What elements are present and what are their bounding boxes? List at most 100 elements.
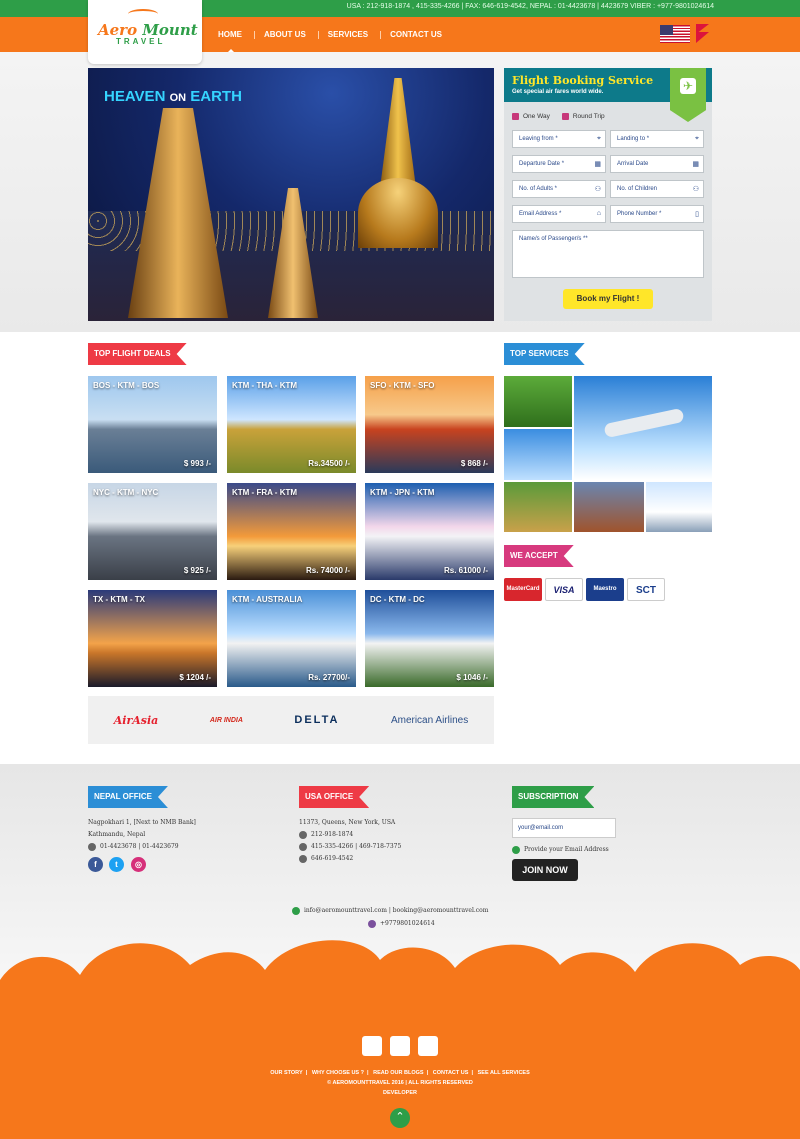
- hotel-image[interactable]: [574, 482, 644, 532]
- nav-services[interactable]: SERVICES: [317, 30, 382, 39]
- deal-card[interactable]: DC - KTM - DC $ 1046 /-: [365, 590, 494, 687]
- phone-icon: [299, 842, 307, 851]
- deal-price: $ 925 /-: [183, 566, 211, 575]
- stupa-image: [358, 78, 438, 248]
- fax-icon: [299, 854, 307, 863]
- leaving-from-input[interactable]: Leaving from * ⌖: [512, 130, 606, 148]
- association-icon: [418, 1036, 438, 1056]
- plane-badge: ✈: [670, 68, 706, 122]
- viber-icon: [368, 919, 376, 928]
- email-icon: [292, 906, 300, 915]
- deal-card[interactable]: BOS - KTM - BOS $ 993 /-: [88, 376, 217, 473]
- deal-card[interactable]: SFO - KTM - SFO $ 868 /-: [365, 376, 494, 473]
- link-contact[interactable]: CONTACT US: [433, 1070, 469, 1076]
- subscription-hint: Provide your Email Address: [512, 844, 609, 856]
- flight-booking-form: Flight Booking Service Get special air f…: [504, 68, 712, 321]
- children-input[interactable]: No. of Children ⚇: [610, 180, 704, 198]
- rafting-image[interactable]: [504, 482, 572, 532]
- hero-banner: HEAVEN ON EARTH: [88, 68, 494, 321]
- email-input[interactable]: Email Address * ⌂: [512, 205, 606, 223]
- deal-card[interactable]: KTM - AUSTRALIA Rs. 27700/-: [227, 590, 356, 687]
- accept-heading: WE ACCEPT: [504, 545, 574, 567]
- subscription-heading: SUBSCRIPTION: [512, 786, 594, 808]
- paragliding-image[interactable]: [504, 429, 572, 480]
- logo-subtext: TRAVEL: [116, 37, 166, 46]
- deal-card[interactable]: KTM - FRA - KTM Rs. 74000 /-: [227, 483, 356, 580]
- twitter-icon[interactable]: t: [109, 857, 124, 872]
- services-heading: TOP SERVICES: [504, 343, 585, 365]
- nav-about[interactable]: ABOUT US: [254, 30, 320, 39]
- plane-icon: ✈: [680, 78, 696, 94]
- copyright: © AEROMOUNTTRAVEL 2016 | ALL RIGHTS RESE…: [327, 1080, 473, 1086]
- deal-price: $ 1046 /-: [456, 673, 488, 682]
- deal-price: Rs. 27700/-: [308, 673, 350, 682]
- deal-card[interactable]: TX - KTM - TX $ 1204 /-: [88, 590, 217, 687]
- phone-input[interactable]: Phone Number * ▯: [610, 205, 704, 223]
- site-logo[interactable]: Aero Mount TRAVEL: [88, 0, 202, 64]
- bungee-image[interactable]: [504, 376, 572, 427]
- adults-input[interactable]: No. of Adults * ⚇: [512, 180, 606, 198]
- deal-price: Rs. 74000 /-: [305, 566, 350, 575]
- link-all-services[interactable]: SEE ALL SERVICES: [478, 1070, 530, 1076]
- passengers-textarea[interactable]: Name/s of Passenger/s **: [512, 230, 704, 278]
- nav-home[interactable]: HOME: [210, 30, 256, 54]
- checkbox-icon: [561, 113, 569, 120]
- calendar-icon: ▦: [692, 161, 699, 168]
- scroll-top-button[interactable]: ⌃: [390, 1108, 410, 1128]
- usa-office-heading: USA OFFICE: [299, 786, 369, 808]
- deal-card[interactable]: KTM - THA - KTM Rs.34500 /-: [227, 376, 356, 473]
- one-way-radio[interactable]: One Way: [512, 113, 550, 120]
- people-icon: ⚇: [594, 186, 601, 193]
- link-our-story[interactable]: OUR STORY: [270, 1070, 302, 1076]
- subscription-email-input[interactable]: your@email.com: [512, 818, 616, 838]
- nepal-office-info: Nagpokhari 1, [Next to NMB Bank] Kathman…: [88, 819, 196, 851]
- deal-route: DC - KTM - DC: [370, 595, 425, 604]
- check-icon: [512, 845, 520, 854]
- airplane-image[interactable]: [574, 376, 712, 480]
- deal-price: $ 993 /-: [183, 459, 211, 468]
- nepal-office-heading: NEPAL OFFICE: [88, 786, 168, 808]
- location-pin-icon: ⌖: [597, 135, 601, 142]
- book-flight-button[interactable]: Book my Flight !: [563, 289, 653, 309]
- main-nav: HOME ABOUT US SERVICES CONTACT US: [210, 17, 456, 54]
- visa-icon: VISA: [545, 578, 583, 601]
- deal-price: $ 868 /-: [460, 459, 488, 468]
- deal-route: TX - KTM - TX: [93, 595, 145, 604]
- deal-route: KTM - JPN - KTM: [370, 488, 435, 497]
- round-trip-radio[interactable]: Round Trip: [561, 113, 605, 120]
- trip-type: One Way Round Trip: [512, 113, 605, 120]
- arrival-date-input[interactable]: Arrival Date ▦: [610, 155, 704, 173]
- maestro-icon: Maestro: [586, 578, 624, 601]
- airline-partners: AirAsia AIR INDIA DELTA American Airline…: [88, 696, 494, 744]
- american-airlines-logo: American Airlines: [390, 714, 469, 726]
- departure-date-input[interactable]: Departure Date * ▦: [512, 155, 606, 173]
- deal-price: Rs.34500 /-: [308, 459, 350, 468]
- skydiving-image[interactable]: [646, 482, 712, 532]
- airindia-logo: AIR INDIA: [209, 716, 243, 724]
- developer-link[interactable]: DEVELOPER: [0, 1088, 800, 1098]
- deal-card[interactable]: KTM - JPN - KTM Rs. 61000 /-: [365, 483, 494, 580]
- usa-office-info: 11373, Queens, New York, USA 212-918-187…: [299, 819, 402, 863]
- deals-heading: TOP FLIGHT DEALS: [88, 343, 187, 365]
- link-blogs[interactable]: READ OUR BLOGS: [373, 1070, 423, 1076]
- link-why-choose[interactable]: WHY CHOOSE US ?: [312, 1070, 364, 1076]
- sct-icon: SCT: [627, 578, 665, 601]
- tourism-board-icon: [390, 1036, 410, 1056]
- join-now-button[interactable]: JOIN NOW: [512, 859, 578, 881]
- mastercard-icon: MasterCard: [504, 578, 542, 601]
- deal-route: SFO - KTM - SFO: [370, 381, 435, 390]
- hero-title: HEAVEN ON EARTH: [104, 88, 242, 105]
- delta-logo: DELTA: [294, 714, 340, 726]
- deal-route: BOS - KTM - BOS: [93, 381, 160, 390]
- footer-links: OUR STORY | WHY CHOOSE US ? | READ OUR B…: [0, 1068, 800, 1098]
- us-flag-icon[interactable]: [660, 25, 690, 43]
- landing-to-input[interactable]: Landing to * ⌖: [610, 130, 704, 148]
- facebook-icon[interactable]: f: [88, 857, 103, 872]
- nepal-flag-icon[interactable]: [696, 24, 710, 44]
- contact-line: USA : 212-918-1874 , 415-335-4266 | FAX:…: [346, 3, 714, 10]
- instagram-icon[interactable]: ◎: [131, 857, 146, 872]
- nav-contact[interactable]: CONTACT US: [380, 30, 456, 39]
- footer-emails: info@aeromounttravel.com | booking@aerom…: [292, 905, 488, 917]
- deal-route: KTM - FRA - KTM: [232, 488, 298, 497]
- deal-card[interactable]: NYC - KTM - NYC $ 925 /-: [88, 483, 217, 580]
